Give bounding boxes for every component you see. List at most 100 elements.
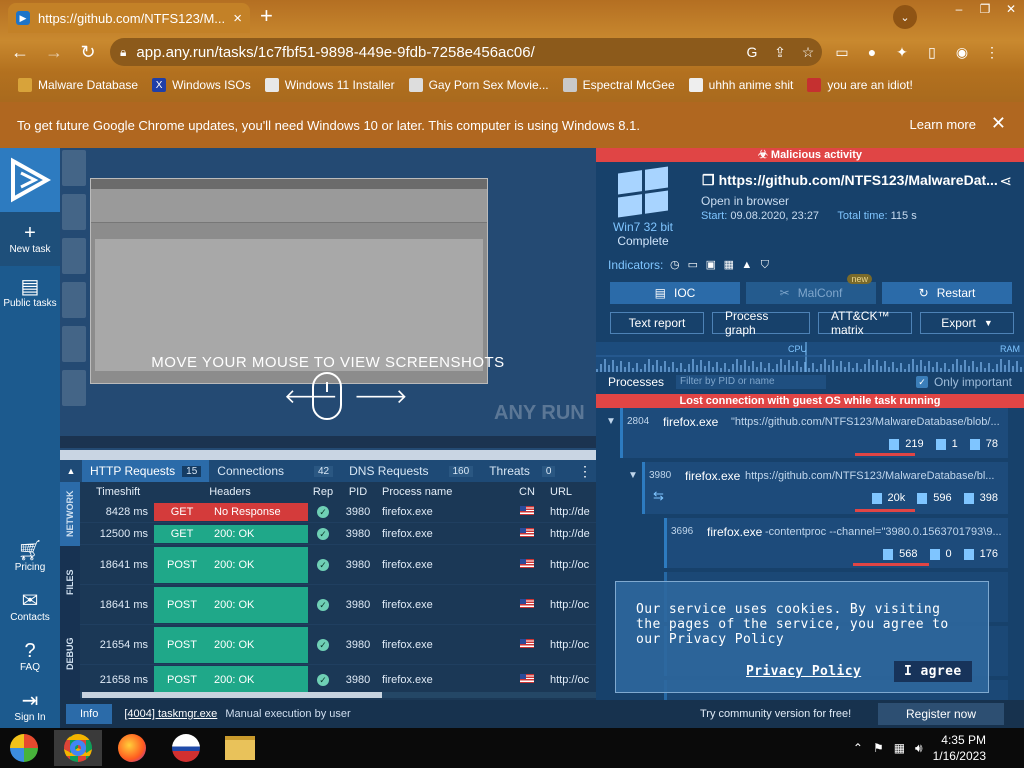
side-tab-network[interactable]: NETWORK (60, 482, 80, 546)
taskbar-explorer[interactable] (216, 730, 264, 766)
more-options-icon[interactable]: ⋮ (574, 460, 596, 482)
privacy-policy-link[interactable]: Privacy Policy (746, 664, 861, 679)
bookmark-item[interactable]: Gay Porn Sex Movie... (408, 78, 549, 92)
google-icon[interactable]: G (738, 44, 766, 60)
table-row[interactable]: 21658 ms POST 200: OK ✓ 3980 firefox.exe … (80, 665, 596, 695)
tab-dns-requests[interactable]: DNS Requests 160 (341, 460, 481, 482)
tab-http-requests[interactable]: HTTP Requests 15 (82, 460, 210, 482)
menu-kebab-icon[interactable]: ⋮ (980, 40, 1004, 64)
i-agree-button[interactable]: I agree (894, 661, 972, 682)
clock[interactable]: 4:35 PM 1/16/2023 (933, 732, 986, 764)
process-node[interactable]: 2804 firefox.exe "https://github.com/NTF… (620, 408, 1008, 458)
next-screenshot-icon[interactable]: 🡒 (354, 384, 408, 409)
forward-button[interactable]: → (40, 38, 68, 66)
minimize-icon[interactable]: – (946, 0, 972, 18)
vm-screenshot-viewer[interactable]: MOVE YOUR MOUSE TO VIEW SCREENSHOTS 🡐 🡒 … (60, 148, 596, 460)
sidebar-item-faq[interactable]: ? FAQ (0, 630, 60, 678)
flag-extension-icon[interactable]: ▭ (830, 40, 854, 64)
profile-extension-icon[interactable]: ● (860, 40, 884, 64)
sidebar-item-new-task[interactable]: + New task (0, 212, 60, 266)
process-graph-button[interactable]: Process graph (712, 309, 810, 337)
back-button[interactable]: ← (6, 38, 34, 66)
show-hidden-icons-icon[interactable]: ⌃ (853, 741, 863, 755)
bookmark-item[interactable]: Malware Database (18, 78, 138, 92)
shield-indicator-icon[interactable]: ⛉ (758, 259, 771, 272)
checkbox-icon[interactable]: ✓ (915, 376, 928, 388)
bookmark-star-icon[interactable]: ☆ (794, 44, 822, 61)
tab-threats[interactable]: Threats 0 (481, 460, 563, 482)
process-node[interactable]: 3696 firefox.exe -contentproc --channel=… (664, 518, 1008, 568)
action-center-flag-icon[interactable]: ⚑ (873, 741, 884, 755)
register-now-button[interactable]: Register now (878, 703, 1004, 725)
malconf-button[interactable]: ✂ MalConf new (746, 274, 876, 304)
network-tray-icon[interactable]: ▦ (894, 741, 905, 755)
start-button[interactable] (0, 730, 48, 766)
puzzle-icon[interactable]: ✦ (890, 40, 914, 64)
share-icon[interactable]: ⋖ (999, 172, 1012, 190)
reputation-ok-icon: ✓ (317, 674, 329, 686)
taskbar-obama[interactable] (162, 730, 210, 766)
attck-matrix-button[interactable]: ATT&CK™ matrix (818, 309, 912, 337)
warning-indicator-icon[interactable]: ▲ (740, 259, 753, 272)
bookmark-item[interactable]: uhhh anime shit (688, 78, 793, 92)
flag-icon (807, 78, 822, 92)
network-icon (969, 438, 980, 450)
shuffle-icon: ⇆ (653, 488, 664, 503)
only-important-toggle[interactable]: ✓ Only important (915, 375, 1012, 389)
bookmark-item[interactable]: you are an idiot! (807, 78, 913, 92)
network-indicator-icon[interactable]: ▦ (722, 259, 735, 272)
process-node[interactable]: 3980 firefox.exe https://github.com/NTFS… (642, 462, 1008, 514)
copy-icon[interactable]: ❐ (702, 172, 715, 188)
clock-indicator-icon[interactable]: ◷ (668, 259, 681, 272)
bookmark-item[interactable]: Windows 11 Installer (264, 78, 395, 92)
browser-tab[interactable]: ▶ https://github.com/NTFS123/M... × (8, 3, 250, 33)
side-panel-icon[interactable]: ▯ (920, 40, 944, 64)
reload-button[interactable]: ↻ (74, 38, 102, 66)
info-tab[interactable]: Info (66, 704, 113, 724)
side-tab-files[interactable]: FILES (60, 546, 80, 618)
bookmark-item[interactable]: Espectral McGee (562, 78, 675, 92)
text-report-button[interactable]: Text report (610, 312, 704, 334)
close-window-icon[interactable]: ✕ (998, 0, 1024, 18)
profile-avatar-icon[interactable]: ◉ (950, 40, 974, 64)
sidebar-item-contacts[interactable]: ✉ Contacts (0, 580, 60, 628)
taskbar-firefox[interactable] (108, 730, 156, 766)
table-row[interactable]: 18641 ms POST 200: OK ✓ 3980 firefox.exe … (80, 545, 596, 585)
process-filter-input[interactable]: Filter by PID or name (676, 375, 827, 389)
tab-connections[interactable]: Connections 42 (209, 460, 341, 482)
address-bar[interactable]: 🔒︎ app.any.run/tasks/1c7fbf51-9898-449e-… (110, 38, 822, 66)
share-icon[interactable]: ⇪ (766, 44, 794, 61)
collapse-panel-icon[interactable]: ▲ (60, 460, 82, 482)
restart-button[interactable]: ↻ Restart (882, 282, 1012, 304)
anyrun-logo[interactable] (0, 148, 60, 212)
vm-taskbar (60, 436, 596, 448)
table-row[interactable]: 21654 ms POST 200: OK ✓ 3980 firefox.exe … (80, 625, 596, 665)
bookmarks-bar: Malware Database X Windows ISOs Windows 1… (0, 72, 1024, 98)
volume-icon[interactable]: 🔊︎ (915, 741, 923, 756)
taskbar-chrome[interactable] (54, 730, 102, 766)
table-row[interactable]: 12500 ms GET 200: OK ✓ 3980 firefox.exe h… (80, 523, 596, 545)
close-tab-icon[interactable]: × (233, 10, 242, 27)
side-tab-debug[interactable]: DEBUG (60, 618, 80, 690)
monitor-indicator-icon[interactable]: ▭ (686, 259, 699, 272)
learn-more-link[interactable]: Learn more (910, 117, 976, 132)
table-row[interactable]: 8428 ms GET No Response ✓ 3980 firefox.ex… (80, 501, 596, 523)
sidebar-item-pricing[interactable]: 🛒︎ Pricing (0, 530, 60, 578)
table-row[interactable]: 18641 ms POST 200: OK ✓ 3980 firefox.exe … (80, 585, 596, 625)
sidebar-item-public-tasks[interactable]: ▤ Public tasks (0, 266, 60, 322)
sidebar-item-sign-in[interactable]: ⇥ Sign In (0, 680, 60, 728)
tab-search-button[interactable]: ⌄ (893, 5, 917, 29)
restore-icon[interactable]: ❐ (972, 0, 998, 18)
window-indicator-icon[interactable]: ▣ (704, 259, 717, 272)
status-task-link[interactable]: [4004] taskmgr.exe (124, 708, 217, 720)
expand-icon[interactable]: ▼ (606, 416, 616, 427)
new-tab-button[interactable]: + (260, 5, 273, 27)
close-infobar-icon[interactable]: ✕ (991, 113, 1006, 134)
ioc-button[interactable]: ▤ IOC (610, 282, 740, 304)
export-button[interactable]: Export ▼ (920, 312, 1014, 334)
screenshot-timeline[interactable] (60, 450, 596, 460)
horizontal-scrollbar[interactable] (80, 692, 596, 698)
bookmark-item[interactable]: X Windows ISOs (152, 78, 251, 92)
expand-icon[interactable]: ▼ (628, 470, 638, 481)
task-url[interactable]: ❐ https://github.com/NTFS123/MalwareDat..… (702, 172, 1002, 189)
